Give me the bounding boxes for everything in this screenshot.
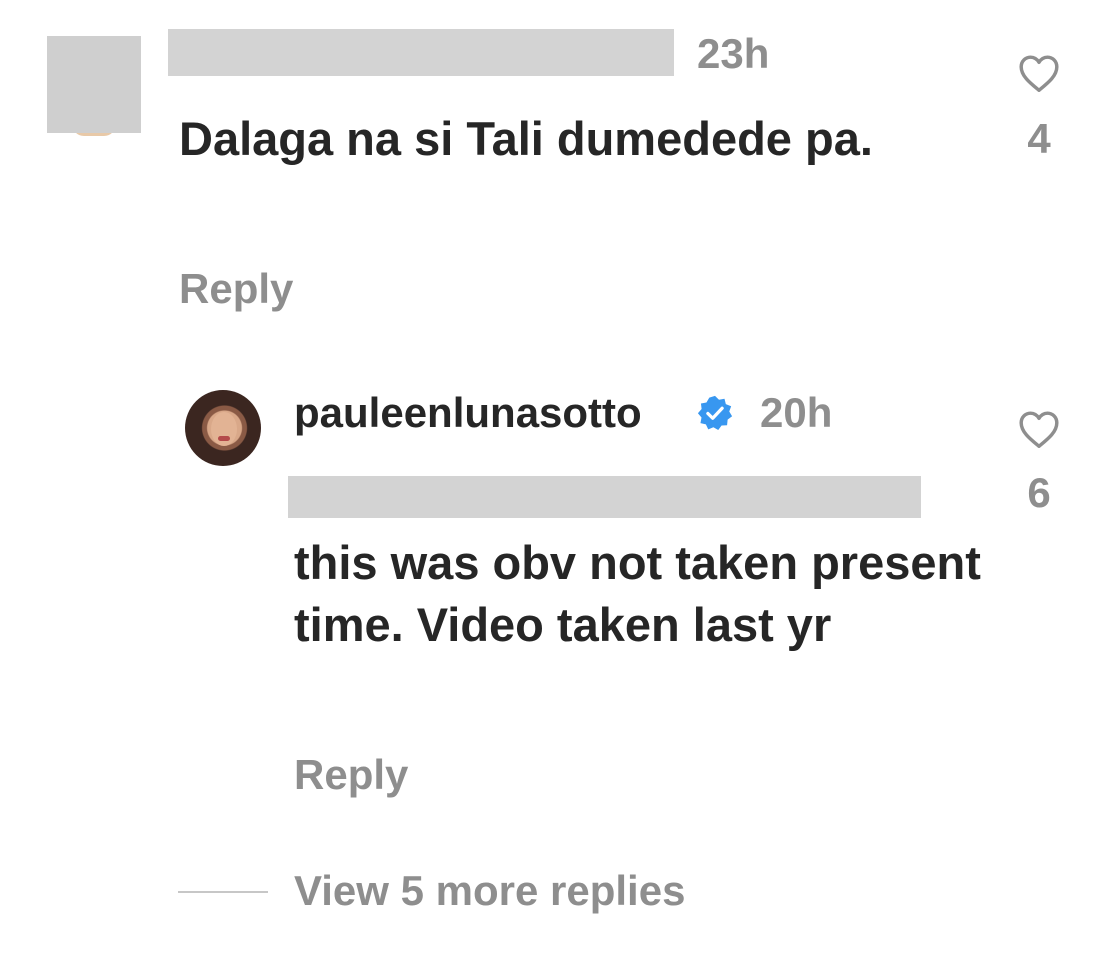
reply-mention-redacted bbox=[288, 476, 921, 518]
heart-outline-icon bbox=[1019, 411, 1059, 448]
comment-timestamp: 23h bbox=[697, 30, 770, 77]
reply-reply-button[interactable]: Reply bbox=[294, 754, 408, 796]
commenter-username-redacted bbox=[168, 29, 674, 76]
commenter-avatar-redacted bbox=[47, 36, 141, 133]
comment-reply-button[interactable]: Reply bbox=[179, 268, 293, 310]
comment-like-button[interactable] bbox=[1017, 53, 1061, 93]
comment-text: Dalaga na si Tali dumedede pa. bbox=[179, 112, 873, 165]
reply-text: this was obv not taken present time. Vid… bbox=[294, 536, 981, 651]
reply-avatar[interactable] bbox=[185, 390, 261, 466]
comment-like-count: 4 bbox=[1027, 115, 1051, 162]
avatar-lips bbox=[218, 436, 230, 441]
heart-outline-icon bbox=[1019, 55, 1059, 93]
verified-badge-icon bbox=[697, 395, 733, 431]
reply-like-count: 6 bbox=[1027, 469, 1051, 516]
reply-like-button[interactable] bbox=[1017, 409, 1061, 449]
view-more-replies-button[interactable]: View 5 more replies bbox=[294, 870, 685, 912]
view-more-divider bbox=[178, 891, 268, 893]
verified-badge bbox=[696, 394, 734, 432]
reply-username[interactable]: pauleenlunasotto bbox=[294, 392, 642, 434]
reply-timestamp: 20h bbox=[760, 389, 833, 436]
